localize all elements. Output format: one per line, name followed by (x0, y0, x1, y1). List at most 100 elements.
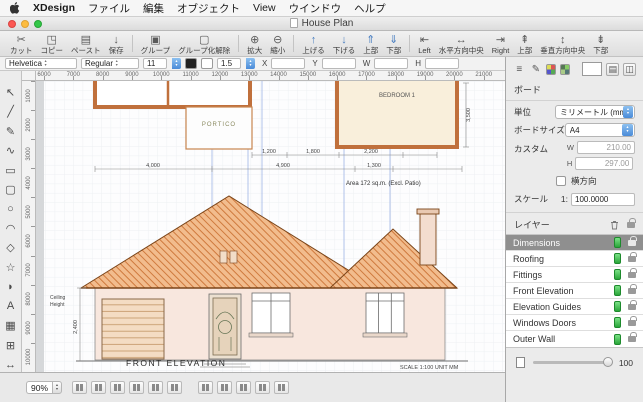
lock-icon[interactable] (628, 272, 636, 278)
current-color-well[interactable] (582, 62, 602, 76)
visibility-toggle-icon[interactable] (614, 237, 621, 248)
object-tab-button[interactable]: ◫ (623, 63, 636, 76)
landscape-checkbox[interactable] (556, 176, 566, 186)
rectangle-tool[interactable]: ▭ (2, 163, 20, 177)
font-style-select[interactable]: Regular▲▼ (81, 58, 139, 69)
image-tool[interactable]: ▦ (2, 319, 20, 333)
bring-to-front-button[interactable]: ⇑上部 (359, 32, 382, 55)
w-field[interactable] (374, 58, 408, 69)
unit-select[interactable]: ミリメートル (mm)▲▼ (555, 105, 635, 119)
font-size-stepper[interactable]: ▲▼ (172, 58, 181, 69)
layer-row-fittings[interactable]: Fittings (506, 267, 643, 283)
drawing-canvas[interactable]: PORTICO BEDROOM 1 1,200 1,800 2,200 4,00… (36, 81, 505, 372)
distribute-right-button[interactable] (110, 381, 125, 394)
layer-row-dimensions[interactable]: Dimensions (506, 235, 643, 251)
trash-icon[interactable] (610, 220, 619, 230)
sliders-icon[interactable]: ≡ (513, 62, 526, 76)
align-right-button[interactable]: ⇥Right (488, 32, 514, 55)
copy-button[interactable]: ◳コピー (37, 32, 68, 55)
visibility-toggle-icon[interactable] (614, 285, 621, 296)
stroke-width-field[interactable]: 1.5 (217, 58, 241, 69)
polygon-tool[interactable]: ◇ (2, 241, 20, 255)
curve-tool[interactable]: ∿ (2, 143, 20, 157)
board-height-field[interactable]: 297.00 (575, 157, 633, 170)
save-button[interactable]: ↓保存 (105, 32, 128, 55)
ungroup-button[interactable]: ▢グループ化解除 (174, 32, 234, 55)
layer-row-roofing[interactable]: Roofing (506, 251, 643, 267)
text-tool[interactable]: A (2, 299, 20, 313)
visibility-toggle-icon[interactable] (614, 301, 621, 312)
board-width-field[interactable]: 210.00 (577, 141, 635, 154)
rounded-rectangle-tool[interactable]: ▢ (2, 182, 20, 196)
font-size-field[interactable]: 11 (143, 58, 167, 69)
menu-item-view[interactable]: View (253, 2, 276, 14)
align-h-center-button[interactable]: ↔水平方向中央 (435, 32, 488, 55)
lock-icon[interactable] (628, 320, 636, 326)
text-color-well[interactable] (185, 58, 197, 69)
dimension-tool[interactable]: ↔ (2, 358, 20, 372)
pen-tool[interactable]: ✎ (2, 124, 20, 138)
visibility-toggle-icon[interactable] (614, 269, 621, 280)
cut-button[interactable]: ✂カット (6, 32, 37, 55)
distribute-left-button[interactable] (72, 381, 87, 394)
layer-row-outer-wall[interactable]: Outer Wall (506, 331, 643, 347)
align-left-button[interactable]: ⇤Left (414, 32, 435, 55)
visibility-toggle-icon[interactable] (614, 334, 621, 345)
menu-item-window[interactable]: ウインドウ (289, 1, 342, 16)
zoom-out-button[interactable]: ⊖縮小 (266, 32, 289, 55)
board-tab-button[interactable]: ▤ (606, 63, 619, 76)
visibility-toggle-icon[interactable] (614, 253, 621, 264)
select-tool[interactable]: ↖ (2, 85, 20, 99)
match-height-button[interactable] (255, 381, 270, 394)
align-v-center-button[interactable]: ↕垂直方向中央 (536, 32, 589, 55)
distribute-bottom-button[interactable] (198, 381, 213, 394)
lock-icon[interactable] (628, 240, 636, 246)
h-field[interactable] (425, 58, 459, 69)
lock-icon[interactable] (628, 336, 636, 342)
group-button[interactable]: ▣グループ (137, 32, 175, 55)
star-tool[interactable]: ☆ (2, 260, 20, 274)
lock-icon[interactable] (628, 256, 636, 262)
line-tool[interactable]: ╱ (2, 104, 20, 118)
lock-icon[interactable] (628, 304, 636, 310)
menu-item-object[interactable]: オブジェクト (177, 1, 240, 16)
canvas-drawing[interactable]: PORTICO BEDROOM 1 1,200 1,800 2,200 4,00… (36, 81, 505, 372)
slider-knob[interactable] (603, 357, 613, 367)
opacity-slider[interactable] (533, 361, 611, 364)
align-bottom-button[interactable]: ⇟下部 (589, 32, 612, 55)
raise-button[interactable]: ↑上げる (298, 32, 329, 55)
font-family-select[interactable]: Helvetica▲▼ (5, 58, 77, 69)
swatch-grid-icon[interactable] (560, 64, 570, 75)
distribute-h-space-button[interactable] (129, 381, 144, 394)
scale-field[interactable]: 100.0000 (571, 193, 635, 206)
paste-button[interactable]: ▤ペースト (67, 32, 105, 55)
distribute-h-center-button[interactable] (91, 381, 106, 394)
pencil-icon[interactable]: ✎ (530, 62, 543, 76)
match-width-button[interactable] (236, 381, 251, 394)
match-size-button[interactable] (274, 381, 289, 394)
title-bar[interactable]: House Plan (0, 17, 643, 31)
distribute-top-button[interactable] (148, 381, 163, 394)
fill-color-well[interactable] (201, 58, 213, 69)
ellipse-tool[interactable]: ○ (2, 202, 20, 216)
board-size-select[interactable]: A4▲▼ (565, 123, 635, 137)
menu-item-app[interactable]: XDesign (33, 2, 75, 14)
zoom-level-select[interactable]: 90% ▲▼ (26, 381, 62, 394)
arc-tool[interactable]: ◠ (2, 221, 20, 235)
lock-all-icon[interactable] (627, 222, 635, 228)
menu-item-file[interactable]: ファイル (88, 1, 130, 16)
table-tool[interactable]: ⊞ (2, 338, 20, 352)
stepper-updown-icon[interactable]: ▲▼ (52, 381, 62, 394)
menu-item-help[interactable]: ヘルプ (354, 1, 386, 16)
layer-row-elevation-guides[interactable]: Elevation Guides (506, 299, 643, 315)
stroke-width-stepper[interactable]: ▲▼ (246, 58, 255, 69)
align-top-button[interactable]: ⇞上部 (513, 32, 536, 55)
lock-icon[interactable] (628, 288, 636, 294)
apple-menu-icon[interactable] (10, 2, 20, 14)
color-palette-icon[interactable] (546, 64, 556, 75)
send-to-back-button[interactable]: ⇓下部 (382, 32, 405, 55)
layer-row-windows-doors[interactable]: Windows Doors (506, 315, 643, 331)
distribute-v-space-button[interactable] (217, 381, 232, 394)
callout-tool[interactable]: ◗ (2, 280, 20, 294)
lower-button[interactable]: ↓下げる (329, 32, 360, 55)
